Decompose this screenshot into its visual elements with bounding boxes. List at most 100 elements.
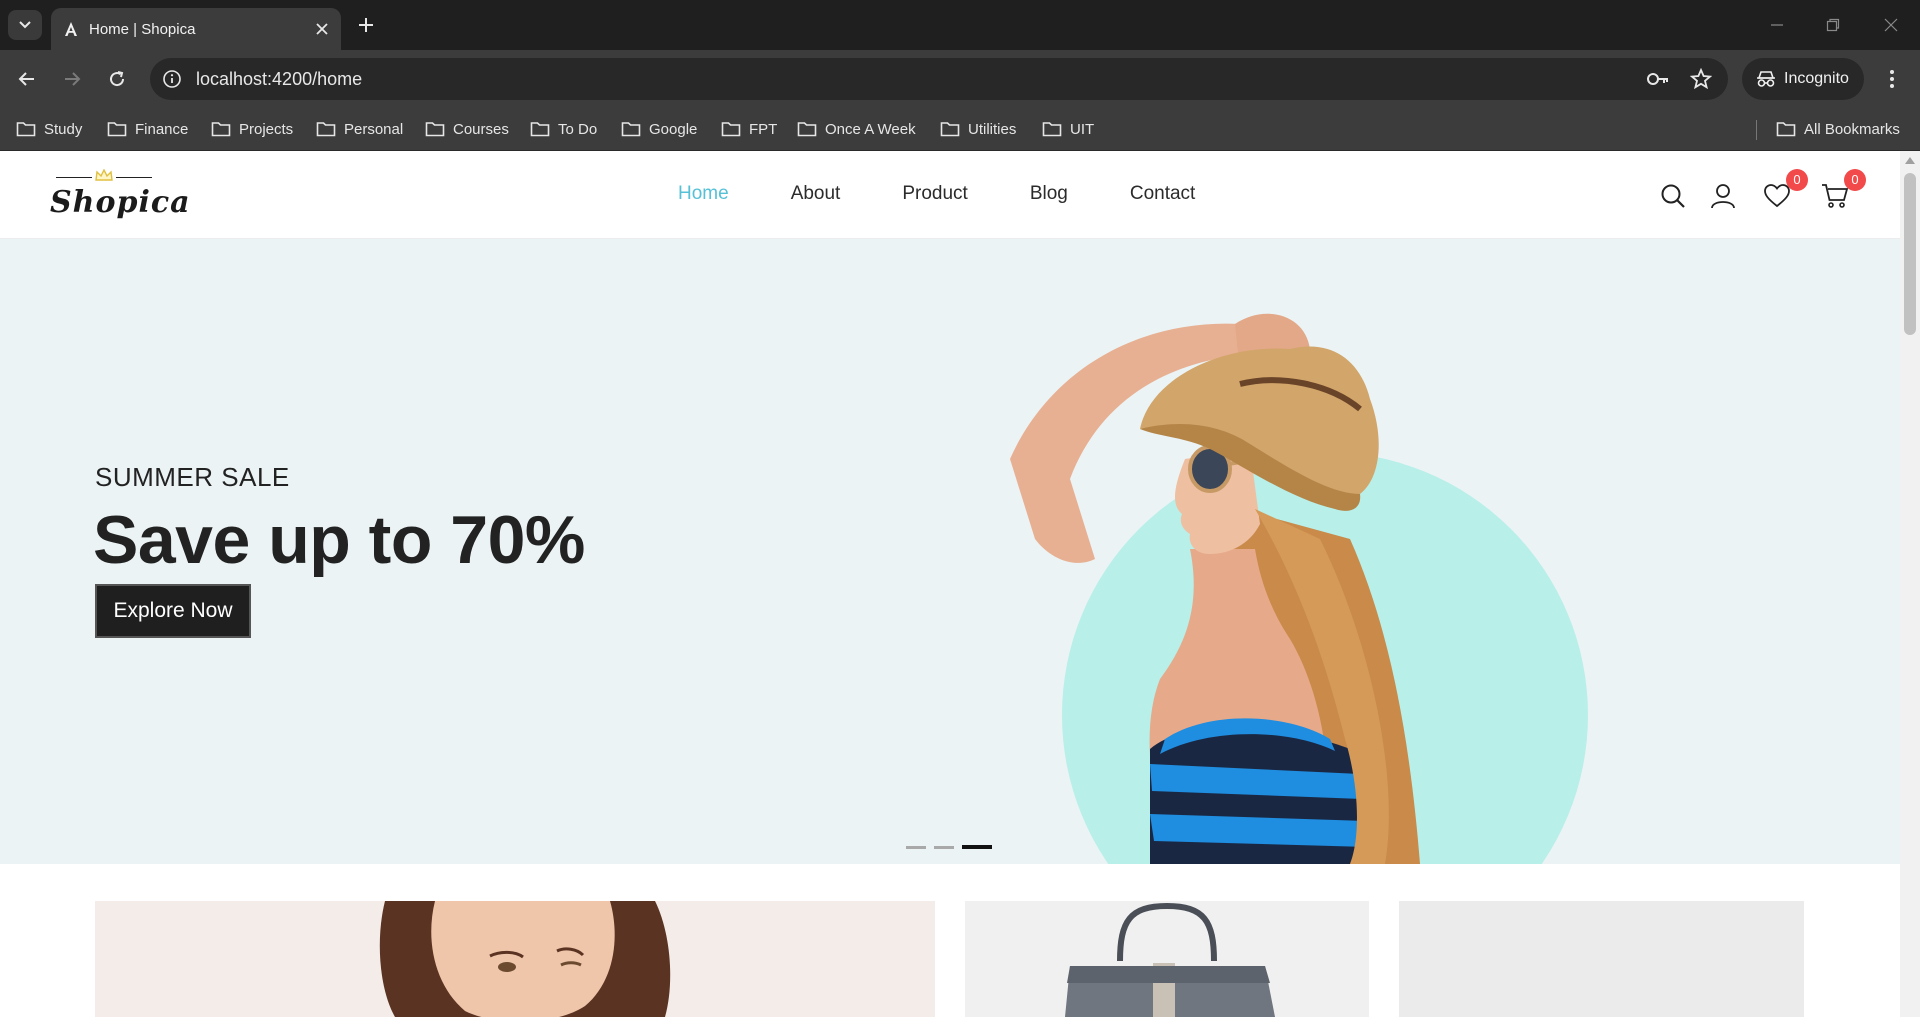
crown-icon — [95, 169, 113, 181]
folder-icon — [211, 122, 231, 137]
reload-button[interactable] — [102, 64, 132, 94]
nav-link-about[interactable]: About — [791, 183, 841, 205]
plus-icon — [359, 18, 373, 32]
folder-icon — [721, 122, 741, 137]
page-scrollbar[interactable] — [1900, 151, 1920, 1017]
scroll-up-arrow-icon[interactable] — [1905, 157, 1915, 164]
bookmark-folder[interactable]: Personal — [316, 118, 403, 140]
cart-button[interactable]: 0 — [1820, 169, 1866, 211]
active-tab[interactable]: Home | Shopica — [51, 8, 341, 50]
tab-title: Home | Shopica — [89, 21, 196, 38]
browser-tab-strip: Home | Shopica — [0, 0, 1920, 50]
promo-banner-bags-image — [1065, 902, 1275, 1017]
back-button[interactable] — [12, 64, 42, 94]
bookmark-label: Courses — [453, 120, 509, 138]
tab-search-button[interactable] — [8, 10, 42, 40]
search-icon — [1661, 184, 1685, 208]
account-button[interactable] — [1708, 181, 1738, 211]
folder-icon — [107, 122, 127, 137]
angular-favicon-icon — [65, 22, 77, 36]
incognito-icon — [1757, 71, 1775, 87]
bookmark-folder[interactable]: Courses — [425, 118, 509, 140]
arrow-left-icon — [18, 72, 34, 86]
nav-link-contact[interactable]: Contact — [1130, 183, 1195, 205]
bookmark-folder[interactable]: FPT — [721, 118, 777, 140]
bookmark-folder[interactable]: UIT — [1042, 118, 1094, 140]
search-button[interactable] — [1658, 181, 1688, 211]
bookmark-folder[interactable]: To Do — [530, 118, 597, 140]
site-header: Shopica Home About Product Blog Contact … — [0, 151, 1900, 239]
close-icon — [1884, 18, 1898, 32]
folder-icon — [530, 122, 550, 137]
bookmark-folder[interactable]: Once A Week — [797, 118, 916, 140]
all-bookmarks-button[interactable]: All Bookmarks — [1776, 118, 1900, 140]
slider-dot-2[interactable] — [934, 845, 954, 849]
restore-icon — [1826, 18, 1840, 32]
bookmark-label: FPT — [749, 120, 778, 138]
slider-dot-3[interactable] — [962, 845, 992, 849]
incognito-indicator[interactable]: Incognito — [1742, 58, 1864, 100]
logo-rule-left — [56, 177, 92, 178]
close-icon — [316, 23, 328, 35]
bookmarks-divider — [1756, 120, 1757, 140]
bookmark-label: Google — [649, 120, 698, 138]
folder-icon — [797, 122, 817, 137]
main-nav: Home About Product Blog Contact — [678, 183, 1257, 205]
bookmark-label: Projects — [239, 120, 294, 138]
nav-link-blog[interactable]: Blog — [1030, 183, 1068, 205]
bookmarks-bar: Study Finance Projects Personal Courses … — [0, 108, 1920, 151]
incognito-label: Incognito — [1784, 70, 1849, 87]
cart-count-badge: 0 — [1844, 169, 1866, 191]
promo-banner-third[interactable] — [1399, 901, 1804, 1017]
minimize-icon — [1771, 24, 1783, 26]
page-viewport: Shopica Home About Product Blog Contact … — [0, 151, 1900, 1017]
new-tab-button[interactable] — [354, 13, 378, 37]
scrollbar-thumb[interactable] — [1904, 173, 1916, 335]
folder-icon — [16, 122, 36, 137]
site-logo[interactable]: Shopica — [50, 167, 190, 227]
bookmark-folder[interactable]: Finance — [107, 118, 188, 140]
wishlist-count-badge: 0 — [1786, 169, 1808, 191]
nav-link-product[interactable]: Product — [902, 183, 967, 205]
nav-link-home[interactable]: Home — [678, 183, 729, 205]
promo-banner-women-image — [379, 901, 671, 1017]
hero-slider: SUMMER SALE Save up to 70% Explore Now — [0, 239, 1900, 864]
browser-menu-button[interactable] — [1882, 64, 1902, 94]
bookmark-folder[interactable]: Projects — [211, 118, 293, 140]
bookmark-folder[interactable]: Google — [621, 118, 697, 140]
bookmark-star-icon[interactable] — [1690, 68, 1712, 90]
hero-subtitle: SUMMER SALE — [95, 462, 290, 492]
minimize-window-button[interactable] — [1766, 14, 1788, 36]
heart-icon — [1764, 184, 1790, 208]
site-info-icon[interactable] — [162, 69, 182, 89]
browser-toolbar: localhost:4200/home Incognito — [0, 50, 1920, 108]
promo-banner-bags[interactable] — [965, 901, 1369, 1017]
more-vertical-icon — [1890, 70, 1894, 88]
bookmark-label: Study — [44, 120, 83, 138]
folder-icon — [316, 122, 336, 137]
forward-button[interactable] — [57, 64, 87, 94]
restore-window-button[interactable] — [1822, 14, 1844, 36]
folder-icon — [1776, 122, 1796, 137]
bookmark-label: UIT — [1070, 120, 1095, 138]
bookmark-label: Personal — [344, 120, 404, 138]
address-bar[interactable]: localhost:4200/home — [150, 58, 1728, 100]
all-bookmarks-label: All Bookmarks — [1804, 120, 1900, 138]
hero-model-image — [1010, 313, 1420, 864]
promo-banner-women[interactable] — [95, 901, 935, 1017]
wishlist-button[interactable]: 0 — [1762, 169, 1808, 211]
bookmark-label: Finance — [135, 120, 189, 138]
address-url[interactable]: localhost:4200/home — [196, 69, 362, 90]
close-window-button[interactable] — [1880, 14, 1902, 36]
bookmark-folder[interactable]: Study — [16, 118, 82, 140]
folder-icon — [940, 122, 960, 137]
folder-icon — [1042, 122, 1062, 137]
user-icon — [1711, 184, 1735, 209]
folder-icon — [621, 122, 641, 137]
arrow-right-icon — [65, 72, 81, 86]
password-key-icon[interactable] — [1646, 69, 1670, 89]
close-tab-button[interactable] — [313, 20, 331, 38]
slider-dot-1[interactable] — [906, 845, 926, 849]
bookmark-folder[interactable]: Utilities — [940, 118, 1016, 140]
explore-now-button[interactable]: Explore Now — [95, 584, 251, 638]
